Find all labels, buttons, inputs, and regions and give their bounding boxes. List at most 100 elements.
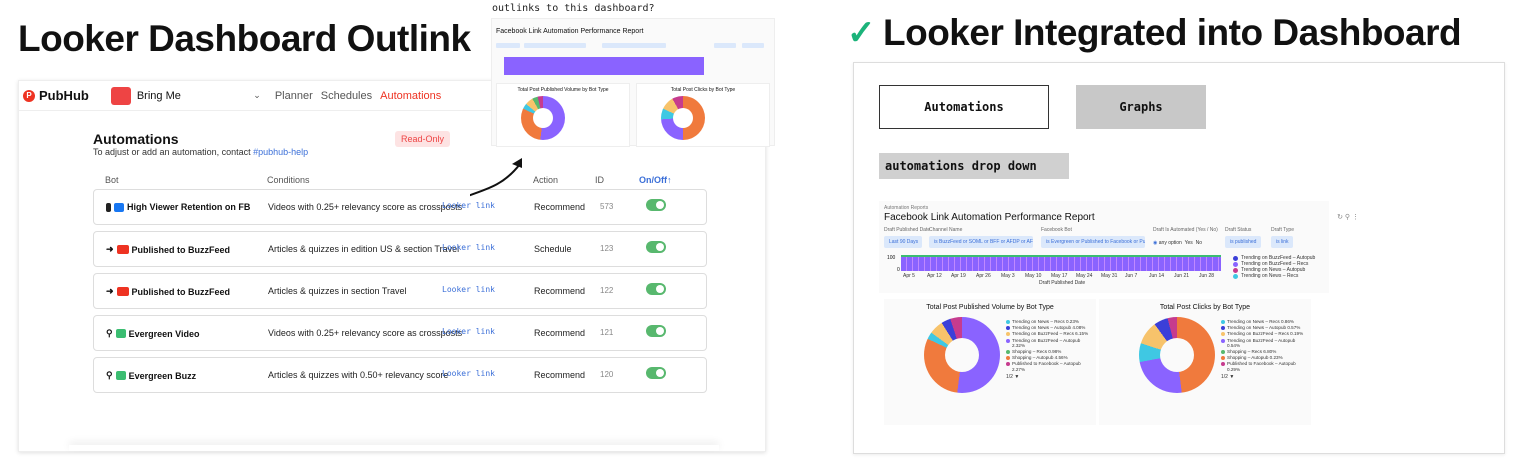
- option-yes[interactable]: Yes: [1185, 240, 1193, 246]
- footer-shadow: [69, 445, 719, 451]
- tab-automations[interactable]: Automations: [879, 85, 1049, 129]
- table-row: ⚲ Evergreen Video Videos with 0.25+ relev…: [93, 315, 707, 351]
- report-thumbnail[interactable]: Facebook Link Automation Performance Rep…: [491, 18, 775, 147]
- legend-item: Shopping – Autopub 4.56%: [1006, 355, 1090, 361]
- looker-link[interactable]: Looker link: [442, 243, 495, 252]
- bot-cell: ⚲ Evergreen Video: [106, 328, 199, 339]
- thumb-title: Facebook Link Automation Performance Rep…: [496, 28, 644, 35]
- filter-value[interactable]: ◉ any option Yes No: [1153, 240, 1202, 246]
- filter-value[interactable]: Last 90 Days: [884, 236, 922, 248]
- page-title: Automations: [93, 131, 179, 147]
- legend-label: Trending on News – Recs: [1241, 273, 1299, 279]
- x-tick: May 17: [1051, 273, 1068, 279]
- on-off-toggle[interactable]: [646, 367, 666, 379]
- filter-value[interactable]: is published: [1225, 236, 1261, 248]
- legend-swatch: [1006, 326, 1010, 331]
- legend-pager[interactable]: 1/2 ▼: [1006, 374, 1090, 380]
- action-cell: Recommend: [534, 370, 586, 380]
- nav-schedules[interactable]: Schedules: [321, 90, 372, 102]
- bar-chart-series: [901, 255, 1221, 257]
- conditions-cell: Articles & quizzes in edition US & secti…: [268, 244, 460, 254]
- thumb-card: Total Post Published Volume by Bot Type: [496, 83, 630, 147]
- donut-legend: Trending on News – Recs 0.23% Trending on…: [1006, 319, 1090, 380]
- bot-name: Evergreen Buzz: [128, 370, 197, 381]
- legend-swatch: [1233, 255, 1238, 261]
- nav-planner[interactable]: Planner: [275, 90, 313, 102]
- brand-selector[interactable]: Bring Me ⌄: [110, 86, 261, 105]
- col-id: ID: [595, 175, 604, 185]
- legend-swatch: [1006, 350, 1010, 355]
- donut-legend: Trending on News – Recs 0.86% Trending on…: [1221, 319, 1305, 380]
- legend-label: Trending on BuzzFeed – Autopub 0.54%: [1227, 337, 1296, 348]
- bot-name: Evergreen Video: [128, 328, 200, 339]
- id-cell: 120: [600, 370, 614, 379]
- radio-icon: ◉: [1153, 240, 1158, 246]
- on-off-toggle[interactable]: [646, 283, 666, 295]
- filter-value[interactable]: is Evergreen or Published to Facebook or…: [1041, 236, 1145, 248]
- search-icon: ⚲: [106, 370, 113, 380]
- conditions-cell: Articles & quizzes in section Travel: [268, 286, 407, 296]
- on-off-toggle[interactable]: [646, 241, 666, 253]
- legend-label: Shopping – Autopub 4.56%: [1012, 355, 1068, 361]
- legend-swatch: [1221, 362, 1225, 367]
- legend-item: Trending on News – Recs: [1233, 273, 1298, 279]
- top-nav: Planner Schedules Automations: [275, 90, 441, 102]
- x-tick: Jun 14: [1149, 273, 1165, 279]
- donut-chart: [924, 317, 1000, 393]
- thumb-filter: [602, 43, 666, 48]
- col-bot: Bot: [105, 175, 119, 185]
- tab-graphs[interactable]: Graphs: [1076, 85, 1206, 129]
- filter-label: Draft Status: [1225, 227, 1252, 233]
- automations-dropdown[interactable]: automations drop down: [879, 153, 1069, 179]
- legend-label: Trending on BuzzFeed – Recs 6.15%: [1012, 331, 1089, 337]
- option-no[interactable]: No: [1196, 240, 1202, 246]
- legend-label: Published to Facebook – Autopub 0.29%: [1227, 361, 1296, 372]
- help-link[interactable]: #pubhub-help: [253, 147, 308, 157]
- legend-swatch: [1006, 362, 1010, 367]
- pubhub-logo-icon: P: [23, 89, 35, 102]
- search-icon: ⚲: [106, 328, 113, 338]
- evergreen-icon: [115, 329, 126, 338]
- filter-value[interactable]: is BuzzFeed or SOML or BFF or AFDP or AF…: [929, 236, 1033, 248]
- legend-label: Trending on News – Autopub 4.08%: [1012, 325, 1086, 331]
- table-row: ⚲ Evergreen Buzz Articles & quizzes with …: [93, 357, 707, 393]
- legend-label: Shopping – Autopub 0.23%: [1227, 355, 1283, 361]
- looker-link[interactable]: Looker link: [442, 369, 495, 378]
- on-off-toggle[interactable]: [646, 325, 666, 337]
- bot-name: Published to BuzzFeed: [131, 286, 231, 297]
- nav-automations[interactable]: Automations: [380, 90, 441, 102]
- on-off-toggle[interactable]: [646, 199, 666, 211]
- legend-swatch: [1233, 261, 1238, 267]
- bar-chart: [901, 255, 1221, 271]
- filter-value[interactable]: is link: [1271, 236, 1293, 248]
- buzzfeed-icon: [116, 245, 129, 254]
- legend-swatch: [1006, 338, 1010, 343]
- looker-link[interactable]: Looker link: [442, 327, 495, 336]
- legend-swatch: [1233, 267, 1238, 273]
- thumb-donut: [661, 96, 705, 140]
- filter-label: Draft Published Date: [884, 227, 931, 233]
- thumb-filter: [496, 43, 520, 48]
- pubhub-logo[interactable]: P PubHub: [23, 88, 89, 103]
- thumb-card: Total Post Clicks by Bot Type: [636, 83, 770, 147]
- refresh-icon[interactable]: ↻: [1337, 214, 1343, 221]
- legend-item: Trending on News – Autopub 4.08%: [1006, 325, 1090, 331]
- arrow-connector: [470, 158, 522, 197]
- x-tick: May 31: [1101, 273, 1118, 279]
- conditions-cell: Videos with 0.25+ relevancy score as cro…: [268, 328, 463, 338]
- filter-label: Draft Is Automated (Yes / No): [1153, 227, 1218, 233]
- more-icon[interactable]: ⋮: [1352, 214, 1359, 221]
- filter-icon[interactable]: ⚲: [1345, 214, 1350, 221]
- x-axis-label: Draft Published Date: [1039, 280, 1086, 286]
- thumb-card-title: Total Post Clicks by Bot Type: [670, 87, 736, 93]
- col-onoff[interactable]: On/Off↑: [639, 175, 672, 185]
- legend-pager[interactable]: 1/2 ▼: [1221, 374, 1305, 380]
- legend-swatch: [1221, 356, 1225, 361]
- brand-name: Bring Me: [136, 89, 181, 102]
- x-tick: Jun 21: [1174, 273, 1190, 279]
- looker-link[interactable]: Looker link: [442, 285, 495, 294]
- report-actions: ↻ ⚲ ⋮: [1337, 213, 1359, 221]
- report: Automation Reports Facebook Link Automat…: [879, 201, 1359, 293]
- action-cell: Recommend: [534, 286, 586, 296]
- donut-chart: [1139, 317, 1215, 393]
